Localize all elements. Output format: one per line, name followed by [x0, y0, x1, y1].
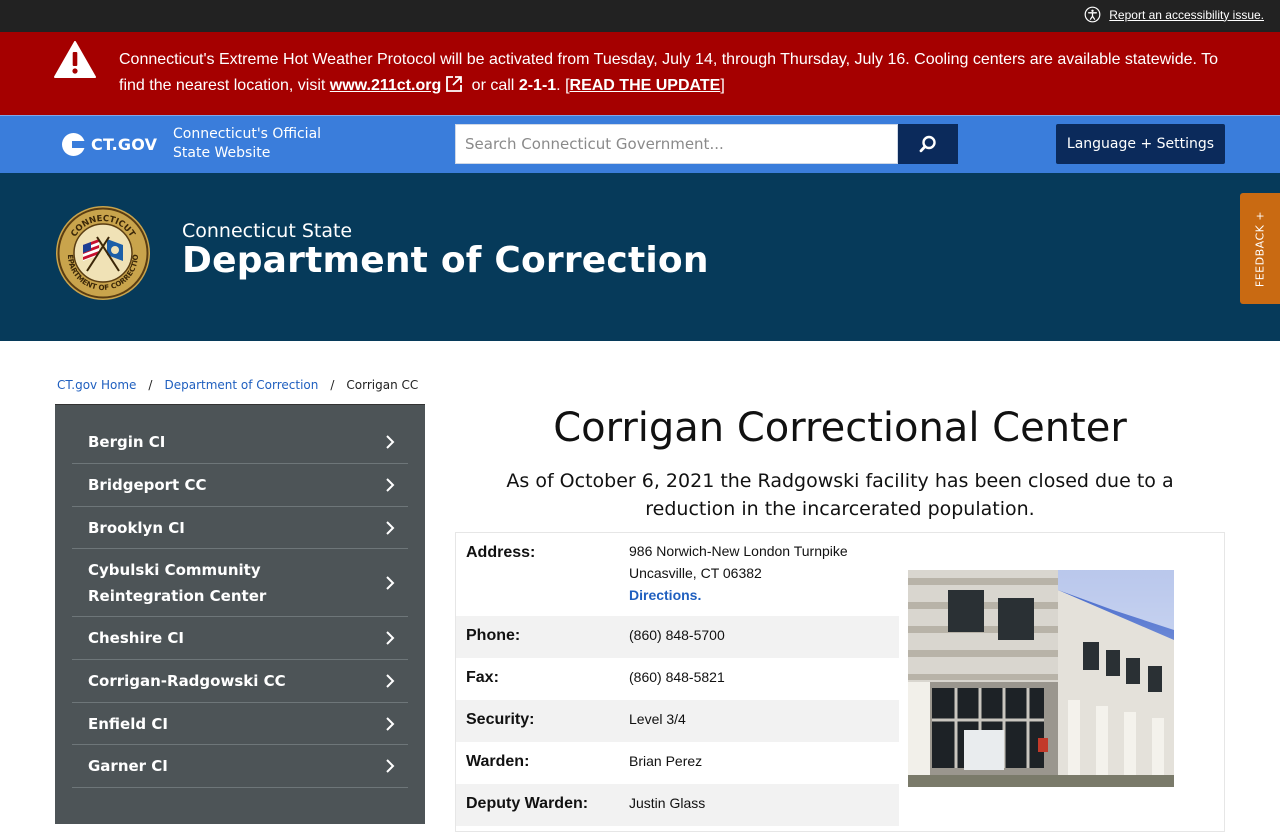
chevron-right-icon: [386, 631, 395, 645]
chevron-right-icon: [386, 575, 395, 590]
accessibility-icon: [1084, 6, 1101, 23]
sidebar-item-label: Cheshire CI: [88, 629, 184, 647]
search-icon: [919, 135, 936, 153]
search-input[interactable]: Search Connecticut Government...: [455, 124, 898, 164]
accessibility-link-label[interactable]: Report an accessibility issue.: [1109, 8, 1264, 22]
chevron-right-icon: [386, 759, 395, 773]
sidebar-item-label: Garner CI: [88, 757, 168, 775]
info-row-warden: Warden: Brian Perez: [456, 742, 899, 784]
agency-title[interactable]: Department of Correction: [182, 240, 709, 281]
address-line-1: 986 Norwich-New London Turnpike: [629, 543, 848, 559]
ctgov-logo-icon: [62, 133, 85, 156]
agency-banner: CONNECTICUT DEPARTMENT OF CORRECTION Con…: [0, 173, 1280, 341]
ctgov-logo-text: CT.GOV: [91, 135, 158, 154]
warden-value: Brian Perez: [629, 753, 703, 769]
sidebar-item-bergin[interactable]: Bergin CI: [72, 421, 408, 464]
info-row-security: Security: Level 3/4: [456, 700, 899, 742]
sidebar-item-enfield[interactable]: Enfield CI: [72, 703, 408, 745]
chevron-right-icon: [386, 520, 395, 535]
chevron-right-icon: [386, 478, 395, 492]
page-title: Corrigan Correctional Center: [553, 405, 1127, 451]
chevron-right-icon: [386, 435, 395, 449]
feedback-tab[interactable]: FEEDBACK +: [1240, 193, 1280, 304]
deputy-warden-value: Justin Glass: [629, 795, 706, 811]
sidebar-item-label: Bergin CI: [88, 433, 166, 451]
breadcrumb-ctgov-home[interactable]: CT.gov Home: [57, 378, 136, 392]
fax-value: (860) 848-5821: [629, 669, 725, 685]
phone-label: Phone:: [466, 627, 521, 644]
weather-alert-banner: Connecticut's Extreme Hot Weather Protoc…: [0, 32, 1280, 115]
chevron-right-icon: [386, 716, 395, 731]
warning-icon: [54, 41, 96, 78]
facility-photo: [908, 570, 1174, 787]
alert-text-3: . [: [556, 77, 570, 94]
chevron-right-icon: [386, 674, 395, 688]
sidebar-item-label: Corrigan-Radgowski CC: [88, 672, 286, 690]
security-label: Security:: [466, 711, 535, 728]
address-line-2: Uncasville, CT 06382: [629, 565, 762, 581]
directions-link[interactable]: Directions.: [629, 587, 701, 603]
ctgov-logo[interactable]: CT.GOV: [62, 133, 157, 156]
sidebar-item-corrigan-radgowski[interactable]: Corrigan-Radgowski CC: [72, 660, 408, 703]
sidebar-item-garner[interactable]: Garner CI: [72, 745, 408, 788]
alert-phone: 2-1-1: [518, 77, 557, 94]
sidebar-item-label: Cybulski Community Reintegration Center: [88, 560, 267, 605]
breadcrumb-separator: /: [148, 378, 153, 392]
phone-value: (860) 848-5700: [629, 627, 725, 643]
address-value: 986 Norwich-New London Turnpike Uncasvil…: [629, 540, 848, 606]
info-row-phone: Phone: (860) 848-5700: [456, 616, 899, 658]
fax-label: Fax:: [466, 669, 499, 686]
feedback-label: FEEDBACK +: [1253, 210, 1267, 287]
read-update-link[interactable]: READ THE UPDATE: [570, 77, 721, 94]
utility-bar: Report an accessibility issue.: [0, 0, 1280, 32]
info-row-address: Address: 986 Norwich-New London Turnpike…: [456, 533, 899, 616]
info-row-deputy-warden: Deputy Warden: Justin Glass: [456, 784, 899, 826]
alert-211-link[interactable]: www.211ct.org: [330, 77, 441, 94]
alert-text-4: ]: [720, 77, 725, 94]
alert-message: Connecticut's Extreme Hot Weather Protoc…: [119, 47, 1229, 99]
sidebar-item-bridgeport[interactable]: Bridgeport CC: [72, 464, 408, 507]
sidebar-item-cybulski[interactable]: Cybulski Community Reintegration Center: [72, 549, 408, 617]
external-link-icon: [446, 76, 463, 92]
facility-info-table: Address: 986 Norwich-New London Turnpike…: [455, 532, 1225, 832]
warden-label: Warden:: [466, 753, 530, 770]
breadcrumb-department[interactable]: Department of Correction: [164, 378, 318, 392]
breadcrumb-current: Corrigan CC: [346, 378, 419, 392]
agency-subtitle: Connecticut State: [182, 220, 353, 242]
ctgov-tagline: Connecticut's Official State Website: [173, 126, 322, 161]
breadcrumb-separator: /: [330, 378, 335, 392]
facility-sidebar: Bergin CI Bridgeport CC Brooklyn CI Cybu…: [55, 404, 425, 824]
sidebar-item-brooklyn[interactable]: Brooklyn CI: [72, 507, 408, 549]
sidebar-item-label: Bridgeport CC: [88, 476, 207, 494]
sidebar-item-label: Brooklyn CI: [88, 518, 185, 537]
sidebar-item-label: Enfield CI: [88, 714, 168, 733]
alert-text-2: or call: [467, 77, 519, 94]
deputy-warden-label: Deputy Warden:: [466, 795, 589, 812]
address-label: Address:: [466, 544, 536, 561]
closure-notice: As of October 6, 2021 the Radgowski faci…: [506, 470, 1174, 520]
report-accessibility-link[interactable]: Report an accessibility issue.: [1084, 6, 1264, 23]
sidebar-item-cheshire[interactable]: Cheshire CI: [72, 617, 408, 660]
security-value: Level 3/4: [629, 711, 686, 727]
search-button[interactable]: [898, 124, 958, 164]
ctgov-header: CT.GOV Connecticut's Official State Webs…: [0, 115, 1280, 173]
language-settings-button[interactable]: Language + Settings: [1056, 124, 1225, 164]
breadcrumb: CT.gov Home / Department of Correction /…: [57, 378, 418, 392]
doc-seal-logo: CONNECTICUT DEPARTMENT OF CORRECTION: [55, 205, 150, 300]
info-row-fax: Fax: (860) 848-5821: [456, 658, 899, 700]
